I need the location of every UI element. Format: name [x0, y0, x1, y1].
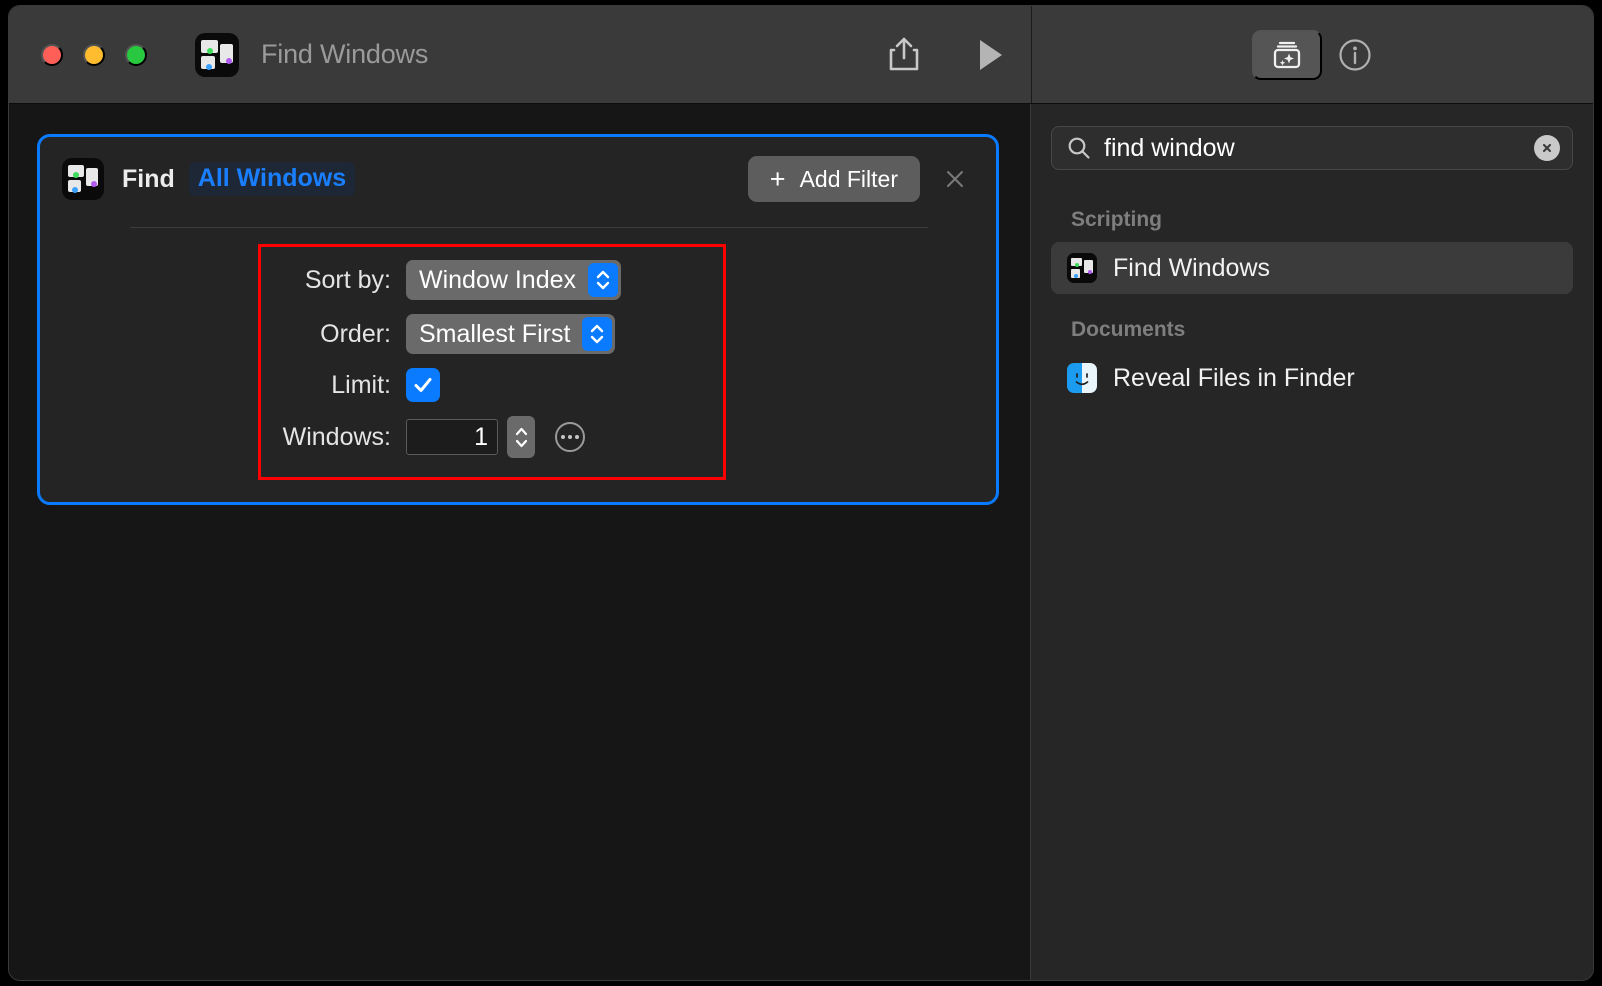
parameter-row-sort-by: Sort by: Window Index: [62, 260, 974, 300]
info-icon: [1338, 38, 1371, 71]
shortcuts-find-windows-icon: [1067, 253, 1097, 283]
action-token-all-windows[interactable]: All Windows: [188, 162, 356, 196]
checkmark-icon: [414, 378, 432, 392]
limit-checkbox[interactable]: [406, 368, 440, 402]
add-filter-label: Add Filter: [799, 165, 898, 192]
parameter-row-limit: Limit:: [62, 368, 974, 402]
share-button[interactable]: [887, 36, 921, 74]
action-library-sidebar: Scripting Find Windows Documents: [1031, 104, 1593, 980]
toolbar-right-section: [1031, 6, 1593, 103]
parameter-row-windows: Windows:: [62, 416, 974, 458]
order-value: Smallest First: [419, 319, 571, 348]
windows-more-options-button[interactable]: [555, 422, 585, 452]
clear-icon: [1542, 143, 1552, 153]
list-item-reveal-files-in-finder[interactable]: Reveal Files in Finder: [1051, 352, 1573, 404]
window-title: Find Windows: [261, 39, 429, 69]
action-title: Find: [122, 164, 175, 193]
window-body: Find All Windows + Add Filter Sort by: W…: [9, 104, 1593, 980]
maximize-window-button[interactable]: [125, 43, 147, 66]
search-input[interactable]: [1104, 133, 1522, 163]
parameter-row-order: Order: Smallest First: [62, 314, 974, 354]
toolbar-actions: [887, 36, 1005, 74]
plus-icon: +: [769, 163, 786, 194]
app-icon: [195, 32, 239, 77]
minimize-window-button[interactable]: [83, 43, 105, 66]
action-card-header: Find All Windows + Add Filter: [62, 153, 974, 205]
finder-icon: [1067, 363, 1097, 393]
traffic-lights: [41, 43, 147, 66]
info-button[interactable]: [1336, 36, 1374, 74]
chevron-updown-icon: [588, 263, 619, 297]
shortcut-editor-canvas[interactable]: Find All Windows + Add Filter Sort by: W…: [9, 104, 1031, 980]
stepper-down-icon: [515, 439, 527, 447]
run-button[interactable]: [977, 38, 1005, 72]
order-popup[interactable]: Smallest First: [406, 314, 616, 354]
result-group-header-scripting: Scripting: [1071, 208, 1163, 231]
close-icon: [947, 171, 963, 187]
chevron-updown-icon: [582, 317, 613, 351]
clear-search-button[interactable]: [1534, 135, 1560, 161]
toolbar-left-section: Find Windows: [9, 6, 1031, 103]
search-field[interactable]: [1051, 126, 1573, 170]
action-card-divider: [130, 227, 928, 228]
window-toolbar: Find Windows: [9, 6, 1593, 104]
sort-by-label: Sort by:: [304, 265, 391, 294]
action-card-find-windows[interactable]: Find All Windows + Add Filter Sort by: W…: [37, 134, 999, 505]
stepper-up-icon: [515, 427, 527, 435]
list-item-label: Reveal Files in Finder: [1113, 363, 1355, 392]
limit-label: Limit:: [331, 370, 391, 399]
play-icon: [980, 39, 1002, 70]
add-filter-button[interactable]: + Add Filter: [747, 156, 920, 202]
search-results-list: Scripting Find Windows Documents Reveal …: [1051, 196, 1573, 404]
search-icon: [1068, 137, 1090, 159]
windows-label: Windows:: [282, 422, 391, 451]
windows-count-input[interactable]: [406, 419, 498, 455]
result-group-header-documents: Documents: [1071, 318, 1186, 341]
action-library-button[interactable]: [1251, 29, 1322, 80]
close-window-button[interactable]: [41, 43, 63, 66]
remove-action-button[interactable]: [940, 164, 970, 194]
share-icon: [889, 37, 919, 70]
action-library-icon: [1273, 41, 1300, 68]
action-parameters: Sort by: Window Index Order: Smallest Fi…: [62, 244, 974, 480]
list-item-label: Find Windows: [1113, 253, 1270, 282]
action-icon: [62, 158, 104, 200]
sort-by-popup[interactable]: Window Index: [406, 260, 622, 300]
sort-by-value: Window Index: [419, 265, 577, 294]
list-item-find-windows[interactable]: Find Windows: [1051, 242, 1573, 294]
ellipsis-icon: [561, 435, 565, 439]
windows-count-stepper[interactable]: [507, 416, 535, 458]
order-label: Order:: [320, 319, 391, 348]
app-window: Find Windows Find All Windows + Add Filt…: [8, 5, 1594, 981]
